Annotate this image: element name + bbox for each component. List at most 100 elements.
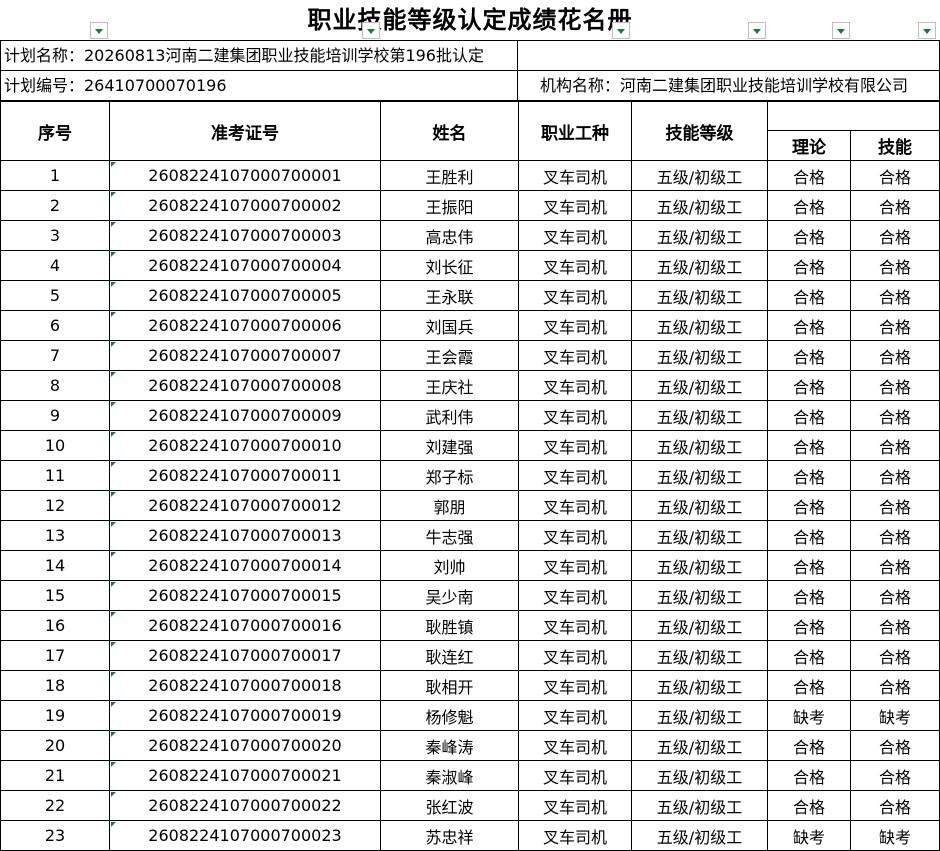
table-row[interactable]: 14 2608224107000700014 刘帅 叉车司机 五级/初级工 合格 合格	[0, 550, 940, 581]
cell-occupation[interactable]: 叉车司机	[518, 250, 632, 281]
cell-skill[interactable]: 合格	[850, 640, 940, 671]
cell-ticket[interactable]: 2608224107000700002	[109, 190, 381, 221]
cell-ticket[interactable]: 2608224107000700018	[109, 670, 381, 701]
table-row[interactable]: 19 2608224107000700019 杨修魁 叉车司机 五级/初级工 缺考 缺考	[0, 700, 940, 731]
table-row[interactable]: 20 2608224107000700020 秦峰涛 叉车司机 五级/初级工 合格 合格	[0, 730, 940, 761]
cell-occupation[interactable]: 叉车司机	[518, 490, 632, 521]
cell-level[interactable]: 五级/初级工	[631, 520, 768, 551]
cell-level[interactable]: 五级/初级工	[631, 460, 768, 491]
cell-skill[interactable]: 合格	[850, 670, 940, 701]
table-row[interactable]: 6 2608224107000700006 刘国兵 叉车司机 五级/初级工 合格 合格	[0, 310, 940, 341]
cell-ticket[interactable]: 2608224107000700007	[109, 340, 381, 371]
cell-theory[interactable]: 合格	[767, 220, 851, 251]
table-row[interactable]: 23 2608224107000700023 苏忠祥 叉车司机 五级/初级工 缺考 缺考	[0, 820, 940, 851]
cell-name[interactable]: 耿相开	[380, 670, 519, 701]
cell-name[interactable]: 刘国兵	[380, 310, 519, 341]
cell-ticket[interactable]: 2608224107000700003	[109, 220, 381, 251]
cell-skill[interactable]: 合格	[850, 250, 940, 281]
cell-occupation[interactable]: 叉车司机	[518, 730, 632, 761]
cell-theory[interactable]: 合格	[767, 520, 851, 551]
cell-occupation[interactable]: 叉车司机	[518, 670, 632, 701]
cell-index[interactable]: 7	[0, 340, 110, 371]
cell-name[interactable]: 耿胜镇	[380, 610, 519, 641]
cell-skill[interactable]: 合格	[850, 610, 940, 641]
cell-level[interactable]: 五级/初级工	[631, 610, 768, 641]
col-header-level[interactable]: 技能等级	[631, 101, 768, 161]
cell-name[interactable]: 郭朋	[380, 490, 519, 521]
cell-theory[interactable]: 合格	[767, 400, 851, 431]
cell-index[interactable]: 13	[0, 520, 110, 551]
cell-occupation[interactable]: 叉车司机	[518, 160, 632, 191]
cell-theory[interactable]: 合格	[767, 430, 851, 461]
cell-index[interactable]: 11	[0, 460, 110, 491]
cell-occupation[interactable]: 叉车司机	[518, 460, 632, 491]
cell-level[interactable]: 五级/初级工	[631, 310, 768, 341]
cell-level[interactable]: 五级/初级工	[631, 190, 768, 221]
cell-theory[interactable]: 合格	[767, 340, 851, 371]
cell-level[interactable]: 五级/初级工	[631, 370, 768, 401]
cell-theory[interactable]: 合格	[767, 580, 851, 611]
cell-skill[interactable]: 合格	[850, 520, 940, 551]
table-row[interactable]: 22 2608224107000700022 张红波 叉车司机 五级/初级工 合格 合格	[0, 790, 940, 821]
cell-level[interactable]: 五级/初级工	[631, 820, 768, 851]
cell-theory[interactable]: 合格	[767, 610, 851, 641]
cell-ticket[interactable]: 2608224107000700010	[109, 430, 381, 461]
cell-level[interactable]: 五级/初级工	[631, 760, 768, 791]
cell-theory[interactable]: 合格	[767, 640, 851, 671]
table-row[interactable]: 3 2608224107000700003 高忠伟 叉车司机 五级/初级工 合格 合格	[0, 220, 940, 251]
cell-index[interactable]: 15	[0, 580, 110, 611]
cell-skill[interactable]: 合格	[850, 370, 940, 401]
cell-level[interactable]: 五级/初级工	[631, 640, 768, 671]
filter-dropdown-icon[interactable]	[362, 22, 380, 39]
cell-theory[interactable]: 合格	[767, 250, 851, 281]
cell-name[interactable]: 刘帅	[380, 550, 519, 581]
cell-theory[interactable]: 合格	[767, 670, 851, 701]
cell-theory[interactable]: 合格	[767, 190, 851, 221]
cell-name[interactable]: 苏忠祥	[380, 820, 519, 851]
cell-occupation[interactable]: 叉车司机	[518, 550, 632, 581]
cell-name[interactable]: 吴少南	[380, 580, 519, 611]
cell-occupation[interactable]: 叉车司机	[518, 430, 632, 461]
filter-dropdown-icon[interactable]	[918, 22, 936, 39]
table-row[interactable]: 1 2608224107000700001 王胜利 叉车司机 五级/初级工 合格 合格	[0, 160, 940, 191]
cell-ticket[interactable]: 2608224107000700001	[109, 160, 381, 191]
cell-occupation[interactable]: 叉车司机	[518, 340, 632, 371]
cell-occupation[interactable]: 叉车司机	[518, 610, 632, 641]
cell-ticket[interactable]: 2608224107000700017	[109, 640, 381, 671]
cell-occupation[interactable]: 叉车司机	[518, 700, 632, 731]
table-row[interactable]: 4 2608224107000700004 刘长征 叉车司机 五级/初级工 合格 合格	[0, 250, 940, 281]
cell-level[interactable]: 五级/初级工	[631, 250, 768, 281]
cell-index[interactable]: 23	[0, 820, 110, 851]
cell-name[interactable]: 耿连红	[380, 640, 519, 671]
table-row[interactable]: 11 2608224107000700011 郑子标 叉车司机 五级/初级工 合格 合格	[0, 460, 940, 491]
cell-theory[interactable]: 合格	[767, 280, 851, 311]
cell-occupation[interactable]: 叉车司机	[518, 190, 632, 221]
cell-theory[interactable]: 缺考	[767, 700, 851, 731]
cell-theory[interactable]: 合格	[767, 550, 851, 581]
cell-level[interactable]: 五级/初级工	[631, 490, 768, 521]
cell-ticket[interactable]: 2608224107000700005	[109, 280, 381, 311]
cell-ticket[interactable]: 2608224107000700004	[109, 250, 381, 281]
table-row[interactable]: 8 2608224107000700008 王庆社 叉车司机 五级/初级工 合格 合格	[0, 370, 940, 401]
cell-ticket[interactable]: 2608224107000700006	[109, 310, 381, 341]
cell-name[interactable]: 王振阳	[380, 190, 519, 221]
cell-name[interactable]: 刘长征	[380, 250, 519, 281]
cell-ticket[interactable]: 2608224107000700023	[109, 820, 381, 851]
cell-skill[interactable]: 缺考	[850, 700, 940, 731]
cell-index[interactable]: 1	[0, 160, 110, 191]
table-row[interactable]: 21 2608224107000700021 秦淑峰 叉车司机 五级/初级工 合格 合格	[0, 760, 940, 791]
cell-occupation[interactable]: 叉车司机	[518, 640, 632, 671]
cell-ticket[interactable]: 2608224107000700019	[109, 700, 381, 731]
cell-ticket[interactable]: 2608224107000700008	[109, 370, 381, 401]
cell-skill[interactable]: 合格	[850, 580, 940, 611]
cell-skill[interactable]: 合格	[850, 460, 940, 491]
cell-index[interactable]: 16	[0, 610, 110, 641]
cell-occupation[interactable]: 叉车司机	[518, 400, 632, 431]
cell-level[interactable]: 五级/初级工	[631, 430, 768, 461]
cell-index[interactable]: 2	[0, 190, 110, 221]
cell-level[interactable]: 五级/初级工	[631, 280, 768, 311]
cell-name[interactable]: 秦峰涛	[380, 730, 519, 761]
cell-index[interactable]: 12	[0, 490, 110, 521]
cell-name[interactable]: 王会霞	[380, 340, 519, 371]
col-header-occupation[interactable]: 职业工种	[518, 101, 632, 161]
